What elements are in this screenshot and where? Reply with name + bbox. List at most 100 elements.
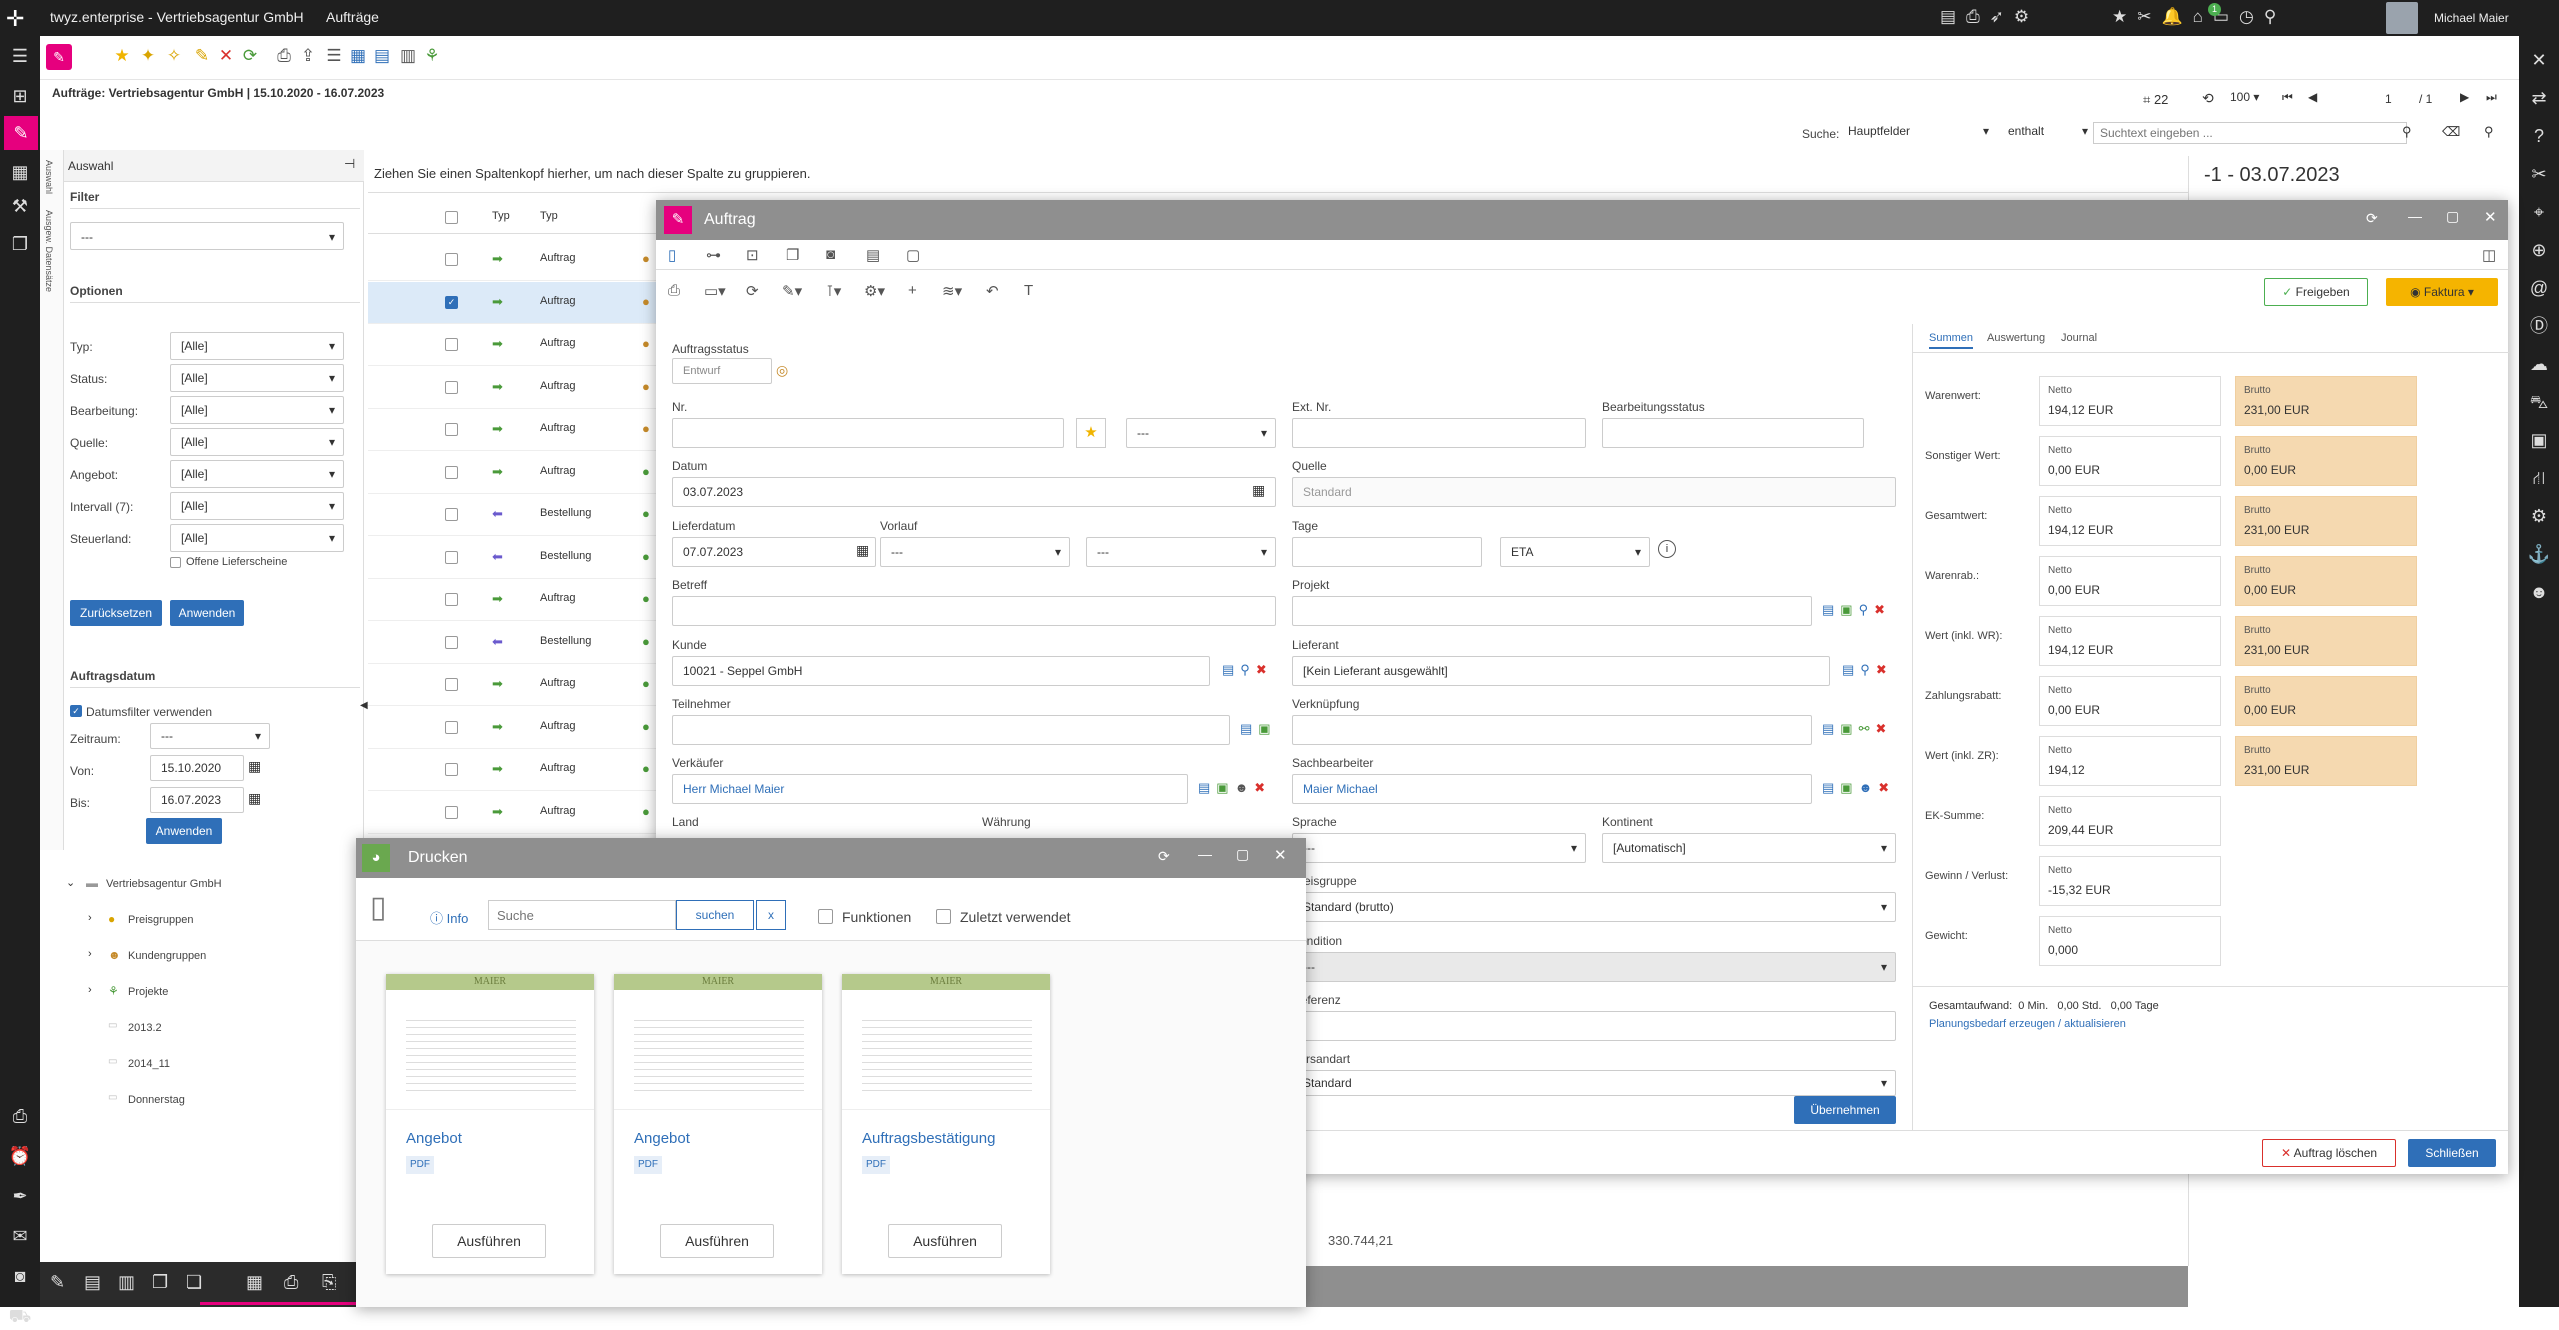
help-icon[interactable]: ? (2525, 122, 2553, 150)
option-select[interactable]: [Alle] (170, 460, 344, 488)
bus-icon[interactable]: ▣ (2525, 426, 2553, 454)
tab-journal[interactable]: Journal (2061, 332, 2097, 344)
col-header-typ[interactable]: Typ (492, 210, 510, 222)
new-icon[interactable]: ✦ (136, 46, 160, 66)
faktura-button[interactable]: ◉ Faktura ▾ (2386, 278, 2498, 306)
versandart-select[interactable]: Standard (1292, 1070, 1896, 1096)
clock-icon[interactable]: ◷ (2239, 7, 2264, 26)
open-icon[interactable]: ▤ (1822, 602, 1840, 617)
folder-icon[interactable]: ▭▾ (704, 282, 726, 300)
module-badge-icon[interactable]: ✎ (46, 44, 72, 70)
search-icon[interactable]: ⚲ (1859, 602, 1875, 617)
app-logo-icon[interactable]: ✛ (6, 6, 24, 32)
prev-page-icon[interactable]: ◀ (2308, 90, 2317, 104)
window-refresh-icon[interactable]: ⟳ (1158, 848, 1170, 865)
row-checkbox[interactable] (445, 338, 458, 351)
tree-item-kundengruppen[interactable]: Kundengruppen (128, 950, 206, 962)
tab-structure-icon[interactable]: ⊶ (706, 246, 721, 264)
tools-icon[interactable]: ✂ (2137, 7, 2161, 26)
uebernehmen-button[interactable]: Übernehmen (1794, 1096, 1896, 1124)
print-icon[interactable]: ⎙ (1966, 7, 1990, 26)
window-refresh-icon[interactable]: ⟳ (2366, 210, 2378, 227)
nr-star-button[interactable]: ★ (1076, 418, 1106, 448)
tree-expand-icon[interactable]: › (88, 912, 92, 924)
ausfuehren-button[interactable]: Ausführen (888, 1224, 1002, 1258)
tab-layout-icon[interactable]: ◫ (2482, 246, 2496, 264)
open-icon[interactable]: ▤ (1842, 662, 1860, 677)
verknuepfung-input[interactable] (1292, 715, 1812, 745)
add-icon[interactable]: + (908, 282, 917, 299)
remove-icon[interactable]: ✖ (1874, 602, 1891, 617)
tree-item[interactable]: Donnerstag (128, 1094, 185, 1106)
select-all-checkbox[interactable] (445, 211, 458, 224)
window-maximize-icon[interactable]: ▢ (2446, 208, 2459, 225)
remove-icon[interactable]: ✖ (1254, 780, 1271, 795)
person-icon[interactable]: ☻ (1235, 780, 1255, 795)
tree-item[interactable]: 2014_11 (128, 1058, 170, 1070)
hammer-icon[interactable]: ⚒ (6, 192, 34, 220)
nr-input[interactable] (672, 418, 1064, 448)
pen-icon[interactable]: ✒ (6, 1182, 34, 1210)
table-row[interactable]: ⬅ Bestellung ● (368, 622, 658, 664)
tree-expand-icon[interactable]: › (88, 948, 92, 960)
tab-auswertung[interactable]: Auswertung (1987, 332, 2045, 344)
row-checkbox[interactable] (445, 763, 458, 776)
search-icon[interactable]: ⚲ (1860, 662, 1876, 677)
id-icon[interactable]: Ⓓ (2525, 312, 2553, 340)
vorlauf-select-1[interactable]: --- (880, 537, 1070, 567)
export-icon[interactable]: ⇪ (296, 46, 320, 66)
row-checkbox[interactable] (445, 423, 458, 436)
location-icon[interactable]: ⌖ (2525, 198, 2553, 226)
clear-button[interactable]: x (756, 900, 786, 930)
window-maximize-icon[interactable]: ▢ (1236, 846, 1249, 863)
remove-icon[interactable]: ✖ (1876, 662, 1893, 677)
advanced-search-icon[interactable]: ⚲ (2484, 124, 2494, 140)
search-input[interactable] (2093, 122, 2407, 144)
undo-icon[interactable]: ↶ (986, 282, 999, 300)
tree-item-projekte[interactable]: Projekte (128, 986, 168, 998)
add-icon[interactable]: ▣ (1840, 721, 1858, 736)
task-copy-icon[interactable]: ❏ (186, 1272, 202, 1293)
table-row[interactable]: ➡ Auftrag ● (368, 749, 658, 791)
preisgruppe-select[interactable]: Standard (brutto) (1292, 892, 1896, 922)
kunde-input[interactable]: 10021 - Seppel GmbH (672, 656, 1210, 686)
edit-icon[interactable]: ✎ (190, 46, 214, 66)
camera-icon[interactable]: ◙ (6, 1262, 34, 1290)
template-name[interactable]: Angebot (406, 1130, 462, 1147)
window-minimize-icon[interactable]: — (2408, 208, 2422, 224)
copy-icon[interactable]: ❐ (6, 230, 34, 258)
row-checkbox[interactable] (445, 593, 458, 606)
list-icon[interactable]: ☰ (322, 46, 346, 66)
zeitraum-select[interactable]: --- (150, 723, 270, 749)
sprache-select[interactable]: --- (1292, 833, 1586, 863)
star-icon[interactable]: ★ (2112, 7, 2137, 26)
pin-icon[interactable]: ⊣ (344, 156, 355, 172)
task-print-icon[interactable]: ⎙ (284, 1272, 298, 1293)
bis-calendar-icon[interactable]: ▦ (248, 790, 261, 807)
search-icon[interactable]: ⚲ (2264, 7, 2286, 26)
option-select[interactable]: [Alle] (170, 396, 344, 424)
weather-icon[interactable]: ☁ (2525, 350, 2553, 378)
next-page-icon[interactable]: ▶ (2460, 90, 2469, 104)
search-icon[interactable]: ⚲ (2402, 124, 2412, 140)
row-checkbox[interactable]: ✓ (445, 295, 458, 309)
tab-camera-icon[interactable]: ◙ (826, 246, 835, 263)
anchor-icon[interactable]: ⚓ (2525, 540, 2553, 568)
train-icon[interactable]: ⛙ (2525, 464, 2553, 492)
tab-details-icon[interactable]: ▯ (668, 246, 676, 264)
nr-select[interactable]: --- (1126, 418, 1276, 448)
drucken-search-input[interactable] (488, 900, 676, 930)
ausfuehren-button[interactable]: Ausführen (432, 1224, 546, 1258)
refresh-icon[interactable]: ⟳ (238, 46, 262, 66)
table-row[interactable]: ➡ Auftrag ● (368, 452, 658, 494)
search-field-select[interactable]: Hauptfelder ▾ (1848, 124, 1991, 138)
table-row[interactable]: ⬅ Bestellung ● (368, 494, 658, 536)
tree-item-preisgruppen[interactable]: Preisgruppen (128, 914, 193, 926)
vorlauf-select-2[interactable]: --- (1086, 537, 1276, 567)
tab-documents-icon[interactable]: ❐ (786, 246, 799, 264)
avatar[interactable] (2386, 2, 2418, 34)
lieferant-input[interactable]: [Kein Lieferant ausgewählt] (1292, 656, 1830, 686)
tab-attachment-icon[interactable]: ▢ (906, 246, 920, 264)
option-select[interactable]: [Alle] (170, 332, 344, 360)
globe-icon[interactable]: ⊕ (2525, 236, 2553, 264)
